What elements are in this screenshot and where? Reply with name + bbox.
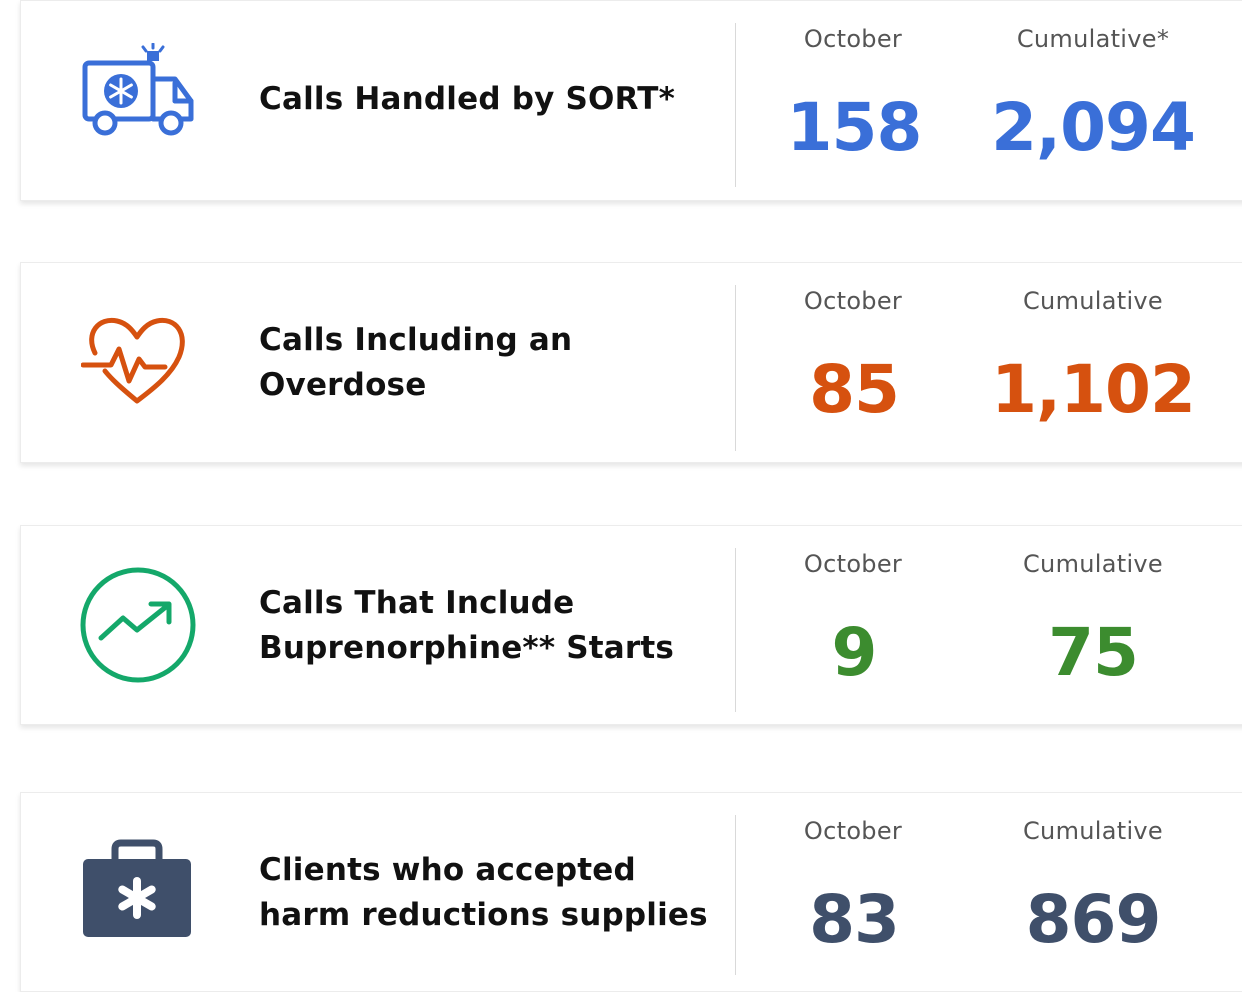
card-harm-reduction-clients: Clients who accepted harm reductions sup… [20,792,1242,992]
month-label: October [803,287,903,315]
card-title-line2: Buprenorphine** Starts [259,630,675,666]
card-title-line1: Calls Including an [259,322,573,358]
ambulance-icon [79,43,199,143]
card-title-line2: Overdose [259,367,427,403]
month-label: October [803,25,903,53]
cumulative-label: Cumulative* [1016,25,1170,53]
card-title-line1: Clients who accepted [259,852,636,888]
card-overdose-calls: Calls Including an Overdose October Cumu… [20,262,1242,463]
card-calls-handled: Calls Handled by SORT* October Cumulativ… [20,0,1242,201]
card-title: Clients who accepted harm reductions sup… [259,848,729,938]
month-value: 83 [809,881,900,958]
card-title-line1: Calls Handled by SORT* [259,81,676,117]
cumulative-value: 1,102 [991,351,1196,428]
cumulative-value: 2,094 [991,89,1196,166]
card-buprenorphine-calls: Calls That Include Buprenorphine** Start… [20,525,1242,725]
medical-kit-icon [81,839,193,939]
cumulative-value: 75 [1048,614,1139,691]
card-title: Calls Including an Overdose [259,318,729,408]
cumulative-label: Cumulative [1023,287,1163,315]
card-title: Calls Handled by SORT* [259,77,729,122]
month-value: 9 [831,614,878,691]
month-value: 158 [786,89,923,166]
card-title: Calls That Include Buprenorphine** Start… [259,581,729,671]
cumulative-label: Cumulative [1023,550,1163,578]
cumulative-label: Cumulative [1023,817,1163,845]
month-value: 85 [809,351,900,428]
card-title-line2: harm reductions supplies [259,897,708,933]
month-label: October [803,550,903,578]
month-label: October [803,817,903,845]
trending-up-icon [79,566,197,684]
heart-pulse-icon [81,313,193,409]
card-title-line1: Calls That Include [259,585,575,621]
cumulative-value: 869 [1025,881,1162,958]
